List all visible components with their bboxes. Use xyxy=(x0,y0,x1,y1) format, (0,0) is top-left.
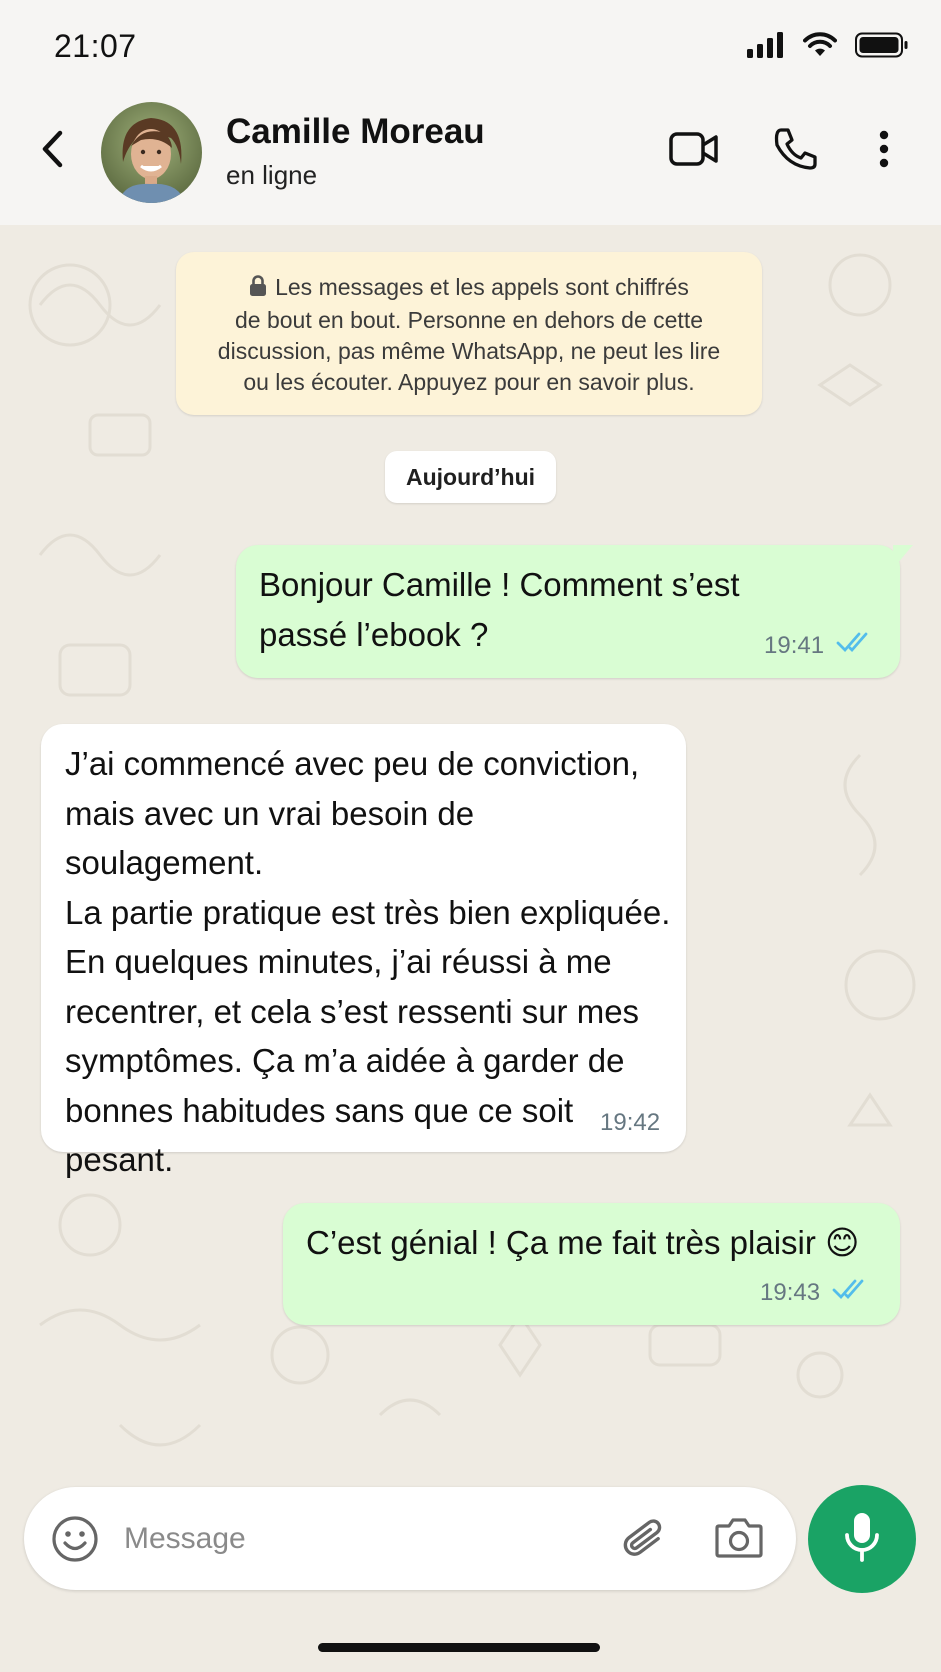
message-time: 19:41 xyxy=(764,631,825,659)
chevron-left-icon xyxy=(40,130,64,173)
encryption-notice[interactable]: Les messages et les appels sont chiffrés… xyxy=(176,252,762,415)
message-time: 19:43 xyxy=(760,1278,821,1306)
message-input[interactable] xyxy=(122,1512,566,1566)
lock-icon xyxy=(249,274,267,305)
contact-avatar[interactable] xyxy=(101,102,202,203)
camera-icon xyxy=(714,1518,764,1563)
message-text: C’est génial ! Ça me fait très plaisir 😊 xyxy=(306,1224,860,1261)
message-bubble-outgoing[interactable]: C’est génial ! Ça me fait très plaisir 😊… xyxy=(283,1203,900,1325)
home-indicator xyxy=(318,1643,600,1652)
chat-screen: 21:07 Camille Moreau en ligne Les messag… xyxy=(0,0,941,1672)
back-button[interactable] xyxy=(32,126,72,176)
wifi-icon xyxy=(803,32,837,58)
message-meta: 19:42 xyxy=(600,1109,660,1137)
more-options-button[interactable] xyxy=(870,128,898,174)
read-receipt-icon xyxy=(836,631,874,660)
message-bubble-incoming[interactable]: J’ai commencé avec peu de conviction, ma… xyxy=(41,724,686,1178)
message-composer xyxy=(24,1487,796,1590)
emoji-icon xyxy=(50,1516,100,1568)
message-bubble-outgoing[interactable]: Bonjour Camille ! Comment s’est passé l’… xyxy=(236,545,900,678)
message-meta: 19:41 xyxy=(764,631,874,660)
voice-message-button[interactable] xyxy=(808,1485,916,1593)
message-text: J’ai commencé avec peu de conviction, ma… xyxy=(65,745,671,1178)
attach-button[interactable] xyxy=(620,1513,672,1565)
paperclip-icon xyxy=(620,1519,672,1569)
encryption-notice-text: Les messages et les appels sont chiffrés… xyxy=(217,274,721,395)
signal-icon xyxy=(747,32,785,58)
camera-button[interactable] xyxy=(714,1515,766,1563)
read-receipt-icon xyxy=(832,1278,870,1307)
contact-status: en ligne xyxy=(226,160,318,190)
more-options-icon xyxy=(878,130,890,173)
video-call-icon xyxy=(669,131,719,172)
message-time: 19:42 xyxy=(600,1109,661,1136)
message-meta: 19:43 xyxy=(760,1278,870,1307)
date-separator: Aujourd’hui xyxy=(385,451,556,503)
contact-name[interactable]: Camille Moreau xyxy=(226,112,485,152)
video-call-button[interactable] xyxy=(668,128,720,174)
emoji-button[interactable] xyxy=(50,1514,100,1564)
chat-header: 21:07 Camille Moreau en ligne xyxy=(0,0,941,225)
battery-icon xyxy=(855,32,909,58)
microphone-icon xyxy=(842,1511,882,1568)
status-time: 21:07 xyxy=(54,28,137,64)
message-text: Bonjour Camille ! Comment s’est passé l’… xyxy=(259,566,740,653)
voice-call-icon xyxy=(772,127,818,176)
bubble-tail xyxy=(893,545,913,569)
status-icons xyxy=(747,30,909,60)
voice-call-button[interactable] xyxy=(771,127,819,176)
